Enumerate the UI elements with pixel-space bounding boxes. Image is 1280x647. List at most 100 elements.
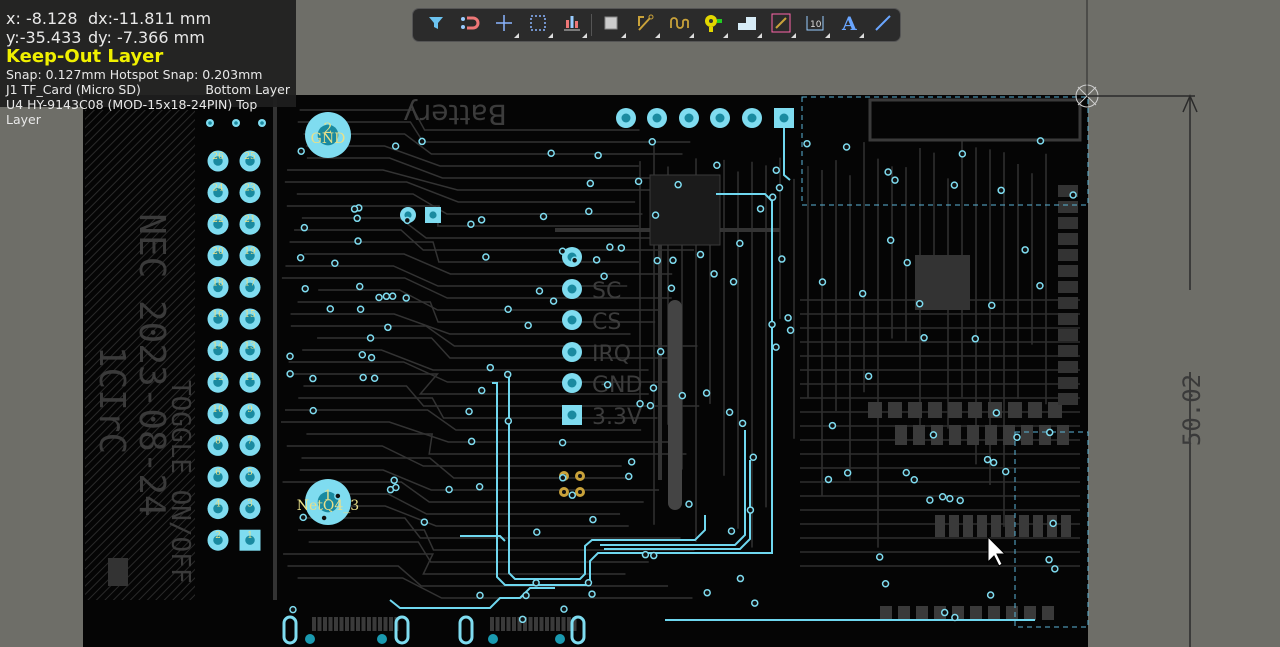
via — [884, 168, 892, 176]
header-pin[interactable]: 24 — [207, 182, 229, 204]
via — [560, 605, 568, 613]
submenu-indicator[interactable] — [859, 33, 864, 38]
header-pin[interactable]: 15 — [239, 308, 261, 330]
header-pin[interactable]: 22 — [207, 213, 229, 235]
interactive-length-button[interactable] — [662, 10, 696, 40]
connector-pin[interactable] — [710, 108, 730, 128]
filter-button[interactable] — [419, 10, 453, 40]
via — [1021, 246, 1029, 254]
submenu-indicator[interactable] — [514, 33, 519, 38]
connector-pin[interactable] — [616, 108, 636, 128]
usb-pad[interactable] — [488, 634, 498, 644]
via — [402, 294, 410, 302]
via — [920, 334, 928, 342]
module-pin[interactable] — [562, 310, 582, 330]
submenu-indicator[interactable] — [723, 33, 728, 38]
via — [727, 527, 736, 535]
via — [950, 181, 959, 189]
via — [703, 588, 711, 597]
via — [465, 407, 473, 416]
module-pin[interactable] — [562, 342, 582, 362]
via — [403, 216, 412, 225]
header-pin[interactable]: 17 — [239, 276, 261, 298]
line-button[interactable] — [866, 10, 900, 40]
via — [320, 514, 328, 522]
submenu-indicator[interactable] — [548, 33, 553, 38]
header-pin[interactable]: 5 — [239, 466, 261, 488]
header-pin[interactable]: 4 — [207, 498, 229, 520]
submenu-indicator[interactable] — [825, 33, 830, 38]
header-pin[interactable]: 10 — [207, 403, 229, 425]
via — [391, 142, 400, 150]
via — [392, 483, 400, 492]
module-pin[interactable] — [562, 279, 582, 299]
usb-pad[interactable] — [305, 634, 315, 644]
connector-pin[interactable] — [742, 108, 762, 128]
place-track-button[interactable] — [764, 10, 798, 40]
header-pin[interactable]: 13 — [239, 340, 261, 362]
connector-pin[interactable] — [647, 108, 667, 128]
submenu-indicator[interactable] — [757, 33, 762, 38]
submenu-indicator[interactable] — [655, 33, 660, 38]
header-pin[interactable]: 12 — [207, 371, 229, 393]
text-button[interactable]: A — [832, 10, 866, 40]
header-pin[interactable]: 2 — [207, 529, 229, 551]
via — [331, 259, 339, 268]
header-pin[interactable]: 6 — [207, 466, 229, 488]
header-pin[interactable]: 25 — [239, 150, 261, 172]
module-pin[interactable] — [562, 373, 582, 393]
header-pin[interactable]: 9 — [239, 403, 261, 425]
header-pin[interactable]: 11 — [239, 371, 261, 393]
battery-pad-gnd[interactable]: 2GND — [305, 112, 351, 158]
submenu-indicator[interactable] — [582, 33, 587, 38]
magnet-icon — [459, 14, 481, 37]
via — [592, 256, 601, 264]
submenu-indicator[interactable] — [621, 33, 626, 38]
header-pin[interactable]: 20 — [207, 245, 229, 267]
pad[interactable] — [425, 207, 441, 223]
header-pin[interactable]: 1 — [239, 529, 261, 551]
header-pin[interactable]: 18 — [207, 276, 229, 298]
header-pin[interactable]: 8 — [207, 434, 229, 456]
via — [756, 205, 765, 213]
pad-label: 12 — [212, 373, 223, 383]
polygon-button[interactable] — [730, 10, 764, 40]
via — [354, 237, 362, 245]
header-pin[interactable]: 16 — [207, 308, 229, 330]
connector-pin[interactable] — [679, 108, 699, 128]
via — [603, 381, 612, 389]
component-button[interactable] — [594, 10, 628, 40]
via — [504, 417, 513, 425]
submenu-indicator[interactable] — [791, 33, 796, 38]
submenu-indicator[interactable] — [689, 33, 694, 38]
via — [524, 321, 532, 330]
header-pin[interactable]: 21 — [239, 213, 261, 235]
select-rect-button[interactable] — [521, 10, 555, 40]
current-layer: Keep-Out Layer — [6, 46, 164, 67]
header-pin[interactable]: 26 — [207, 150, 229, 172]
via-button[interactable] — [696, 10, 730, 40]
header-pin[interactable]: 19 — [239, 245, 261, 267]
route-button[interactable] — [628, 10, 662, 40]
align-button[interactable] — [555, 10, 589, 40]
header-pin[interactable]: 7 — [239, 434, 261, 456]
via — [559, 474, 567, 482]
cursor-dy: dy: -7.366 mm — [88, 28, 205, 47]
header-pin[interactable]: 23 — [239, 182, 261, 204]
via — [736, 574, 745, 583]
connector-pin[interactable] — [774, 108, 794, 128]
via — [667, 284, 676, 293]
magnet-button[interactable] — [453, 10, 487, 40]
via — [1051, 565, 1059, 573]
module-pin[interactable] — [562, 405, 582, 425]
via — [359, 373, 367, 382]
header-pin[interactable]: 14 — [207, 340, 229, 362]
usb-pad[interactable] — [377, 634, 387, 644]
via — [971, 335, 980, 343]
header-pin[interactable]: 3 — [239, 498, 261, 520]
via — [653, 256, 662, 265]
crosshair-button[interactable] — [487, 10, 521, 40]
dimension-button[interactable]: 10 — [798, 10, 832, 40]
via — [477, 386, 486, 395]
usb-pad[interactable] — [555, 634, 565, 644]
